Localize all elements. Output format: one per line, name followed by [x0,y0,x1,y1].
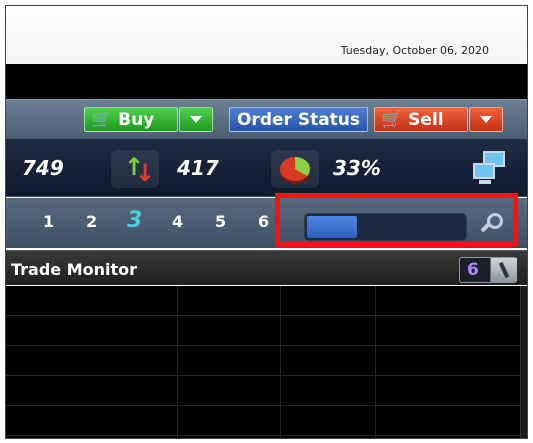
stat-value-3: 33% [333,156,381,180]
grid-row-divider [6,315,527,316]
trade-monitor-count: 6 [467,260,479,280]
sell-label: Sell [408,109,444,130]
chevron-down-icon [480,116,492,123]
grid-row-divider [6,435,527,436]
order-toolbar: 🛒 Buy Order Status 🛒 Sell [6,99,527,139]
sell-dropdown-button[interactable] [469,107,503,132]
wrench-icon[interactable] [490,258,517,282]
grid-column-divider [177,286,178,438]
page-6-button[interactable]: 6 [258,212,269,231]
page-3-button[interactable]: 3 [127,208,142,233]
stats-bar: 749 ↑ ↓ 417 33% [6,139,527,197]
stat-value-1: 749 [22,156,64,180]
page-5-button[interactable]: 5 [215,212,226,231]
current-date: Tuesday, October 06, 2020 [340,44,489,57]
network-computers-icon[interactable] [471,149,517,185]
sell-button[interactable]: 🛒 Sell [374,107,468,132]
grid-row-divider [6,405,527,406]
order-status-label: Order Status [236,109,361,130]
highlight-box [275,193,518,247]
cart-icon: 🛒 [91,109,113,130]
up-down-arrows-icon: ↑ ↓ [111,150,159,188]
order-status-button[interactable]: Order Status [229,107,368,132]
chevron-down-icon [190,116,202,123]
grid-row-divider [6,375,527,376]
pie-chart-icon [271,150,319,188]
trade-monitor-badge[interactable]: 6 [459,257,517,283]
top-header: Tuesday, October 06, 2020 [6,6,527,64]
grid-row-divider [6,345,527,346]
cart-icon: 🛒 [381,109,403,130]
stat-value-2: 417 [177,156,219,180]
buy-dropdown-button[interactable] [179,107,213,132]
grid-column-divider [280,286,281,438]
buy-button[interactable]: 🛒 Buy [84,107,178,132]
black-banner [6,64,527,99]
vertical-scrollbar[interactable] [520,286,527,438]
buy-label: Buy [118,109,155,130]
trade-monitor-grid [6,286,527,438]
page-4-button[interactable]: 4 [172,212,183,231]
page-1-button[interactable]: 1 [43,212,54,231]
grid-column-divider [375,286,376,438]
trade-monitor-title: Trade Monitor [11,260,138,279]
trade-monitor-header: Trade Monitor 6 [6,250,527,285]
page-2-button[interactable]: 2 [86,212,97,231]
